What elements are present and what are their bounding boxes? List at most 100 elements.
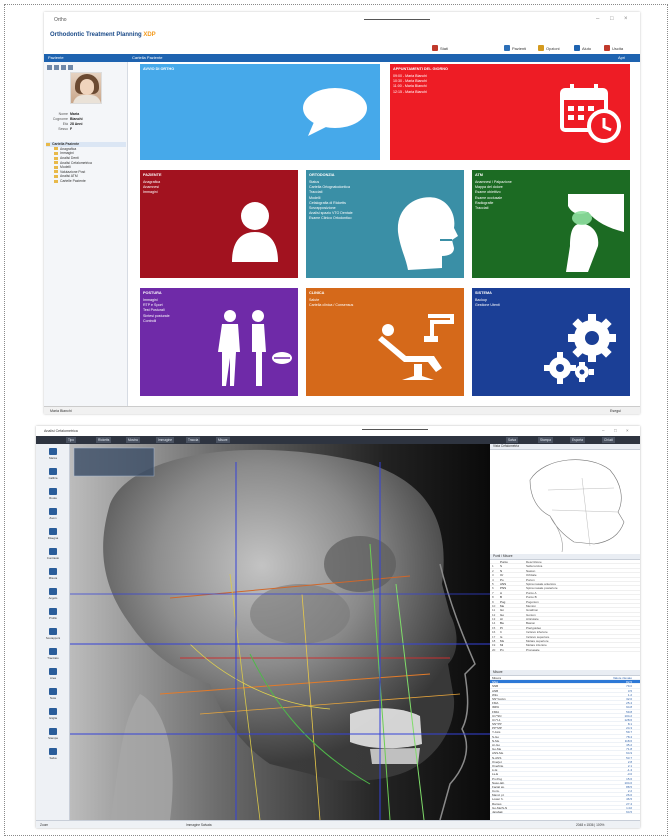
print-icon[interactable] bbox=[61, 65, 66, 70]
xray-viewer[interactable] bbox=[70, 444, 490, 820]
tool-ruota[interactable]: Ruota bbox=[38, 488, 68, 503]
tile-avvio-di-ortho[interactable]: Avvio di Ortho bbox=[140, 64, 380, 160]
tile-menu-item[interactable]: Gestione Utenti bbox=[475, 303, 500, 308]
measure-value: 46.5 bbox=[626, 797, 632, 802]
measure-name: SN^PP bbox=[492, 722, 502, 727]
topbar-button-uscita[interactable]: Uscita bbox=[604, 45, 623, 51]
delete-icon[interactable] bbox=[68, 65, 73, 70]
tool-nota[interactable]: Nota bbox=[38, 688, 68, 703]
tool-disegna[interactable]: Disegna bbox=[38, 528, 68, 543]
toolbar-chip[interactable]: Immagine bbox=[156, 437, 174, 443]
tool-palette: Marca Calibra Ruota Zoom Disegna Contrasto Mis… bbox=[36, 444, 70, 820]
tool-icon bbox=[49, 448, 57, 455]
tool-angolo[interactable]: Angolo bbox=[38, 588, 68, 603]
tile-paziente[interactable]: Paziente Anagrafica Anamnesi Immagini bbox=[140, 170, 298, 278]
app-header: Orthodontic Treatment Planning XDP Stati… bbox=[44, 28, 640, 54]
toolbar-action[interactable]: Stampa bbox=[538, 437, 553, 443]
table-row[interactable]: Jarabak 64.5 bbox=[490, 810, 640, 815]
measure-value: 1.02 bbox=[626, 805, 632, 810]
toolbar-chip[interactable]: Misure bbox=[216, 437, 230, 443]
tool-stampa[interactable]: Stampa bbox=[38, 728, 68, 743]
topbar-button-pazienti[interactable]: Pazienti bbox=[504, 45, 526, 51]
toolbar-action[interactable]: Chiudi bbox=[602, 437, 616, 443]
measure-value: -1.4 bbox=[626, 768, 632, 773]
tile-ortodonzia[interactable]: Ortodonzia Status Cartella Ortognatodontic… bbox=[306, 170, 464, 278]
titlebar-divider bbox=[364, 19, 430, 20]
tile-menu-item[interactable]: Tracciati bbox=[475, 206, 512, 211]
tile-clinica[interactable]: Clinica Salute Cartella clinica / Consensu… bbox=[306, 288, 464, 396]
tool-profilo[interactable]: Profilo bbox=[38, 608, 68, 623]
measure-name: Go-Me/S-N bbox=[492, 805, 508, 810]
tile-menu-item[interactable]: 11:00 - Maria Bianchi bbox=[393, 84, 427, 89]
exit-icon bbox=[604, 45, 610, 51]
tool-zoom[interactable]: Zoom bbox=[38, 508, 68, 523]
ceph-schematic bbox=[490, 450, 640, 552]
tile-appuntamenti-del-giorno[interactable]: Appuntamenti del giorno 09:00 - Maria Bia… bbox=[390, 64, 630, 160]
maximize-icon[interactable]: □ bbox=[610, 16, 614, 22]
tree-root-label: Cartella Paziente bbox=[52, 142, 80, 147]
tile-menu-item[interactable]: Cartella clinica / Consensus bbox=[309, 303, 353, 308]
tool-misura[interactable]: Misura bbox=[38, 568, 68, 583]
tile-sistema[interactable]: Sistema Backup Gestione Utenti bbox=[472, 288, 630, 396]
topbar-button-stati[interactable]: Stati bbox=[432, 45, 448, 51]
edit-icon[interactable] bbox=[54, 65, 59, 70]
tile-postura[interactable]: Postura Immagini RTP e Sport Test Posturali… bbox=[140, 288, 298, 396]
point-description: Spina nasale posteriore bbox=[526, 586, 558, 591]
tool-marca[interactable]: Marca bbox=[38, 448, 68, 463]
points-header-desc: Descrizione bbox=[526, 560, 542, 564]
minimize-icon[interactable]: – bbox=[602, 428, 605, 433]
measure-value: 104.2 bbox=[624, 713, 632, 718]
tile-menu-item[interactable]: 12:15 - Maria Bianchi bbox=[393, 90, 427, 95]
tool-tracciato[interactable]: Tracciato bbox=[38, 648, 68, 663]
point-description: Basion bbox=[526, 621, 536, 626]
toolbar-action[interactable]: Esporta bbox=[570, 437, 585, 443]
tile-menu-item[interactable]: Esame Clinico Ortodontico bbox=[309, 216, 353, 221]
point-description: Articolare bbox=[526, 617, 539, 622]
tool-contrasto[interactable]: Contrasto bbox=[38, 548, 68, 563]
tool-griglia[interactable]: Griglia bbox=[38, 708, 68, 723]
section-bar-mid: Cartella Paziente bbox=[132, 55, 163, 60]
points-table: Punto Descrizione 1 S Sella turcica 2 N Nasion 3… bbox=[490, 560, 640, 653]
tool-calibra[interactable]: Calibra bbox=[38, 468, 68, 483]
tile-menu-item[interactable]: Immagini bbox=[143, 190, 160, 195]
tile-menu: Anamnesi / Palpazione Mappa del dolore Esa… bbox=[475, 180, 512, 211]
topbar-button-opzioni[interactable]: Opzioni bbox=[538, 45, 560, 51]
maximize-icon[interactable]: □ bbox=[614, 428, 617, 433]
close-icon[interactable]: × bbox=[626, 428, 629, 433]
tile-atm[interactable]: ATM Anamnesi / Palpazione Mappa del dolore… bbox=[472, 170, 630, 278]
point-code: Ii bbox=[500, 630, 502, 635]
tool-area[interactable]: Area bbox=[38, 668, 68, 683]
measure-name: PP^MP bbox=[492, 726, 502, 731]
point-code: B bbox=[500, 595, 503, 600]
tile-title: Appuntamenti del giorno bbox=[393, 67, 448, 71]
status-action[interactable]: Esegui bbox=[610, 409, 621, 413]
patient-dashboard-window: Ortho – □ × Orthodontic Treatment Planni… bbox=[44, 12, 640, 414]
tile-title: Sistema bbox=[475, 291, 492, 295]
close-icon[interactable]: × bbox=[624, 16, 628, 22]
tree-item[interactable]: Cartelle Paziente bbox=[46, 179, 126, 184]
table-row[interactable]: 20 Pn Pronasale bbox=[490, 648, 640, 653]
toolbar-chip[interactable]: Mostra bbox=[126, 437, 140, 443]
tree-item-label: Modelli bbox=[60, 165, 71, 170]
minimize-icon[interactable]: – bbox=[596, 16, 599, 22]
tile-menu-item[interactable]: Controlli bbox=[143, 319, 170, 324]
section-bar-right[interactable]: Apri bbox=[618, 55, 625, 60]
tool-label: Contrasto bbox=[46, 556, 60, 560]
measure-name: Conv. bbox=[492, 789, 500, 794]
topbar-button-aiuto[interactable]: Aiuto bbox=[574, 45, 591, 51]
tool-sovrapponi[interactable]: Sovrapponi bbox=[38, 628, 68, 643]
toolbar-chip[interactable]: Tipo bbox=[66, 437, 77, 443]
toolbar-chip[interactable]: Ricketts bbox=[96, 437, 112, 443]
tool-salva[interactable]: Salva bbox=[38, 748, 68, 763]
tool-icon bbox=[49, 548, 57, 555]
measures-header-value: Valore rilevato bbox=[613, 676, 632, 680]
tool-icon bbox=[49, 508, 57, 515]
point-description: Incisivo inferiore bbox=[526, 630, 548, 635]
tile-menu: Salute Cartella clinica / Consensus bbox=[309, 298, 353, 308]
tool-icon bbox=[49, 628, 57, 635]
point-code: Pt bbox=[500, 625, 503, 630]
toolbar-chip[interactable]: Traccia bbox=[186, 437, 201, 443]
toolbar-action[interactable]: Salva bbox=[506, 437, 518, 443]
new-icon[interactable] bbox=[47, 65, 52, 70]
brand-name: Orthodontic Treatment Planning bbox=[50, 32, 142, 38]
